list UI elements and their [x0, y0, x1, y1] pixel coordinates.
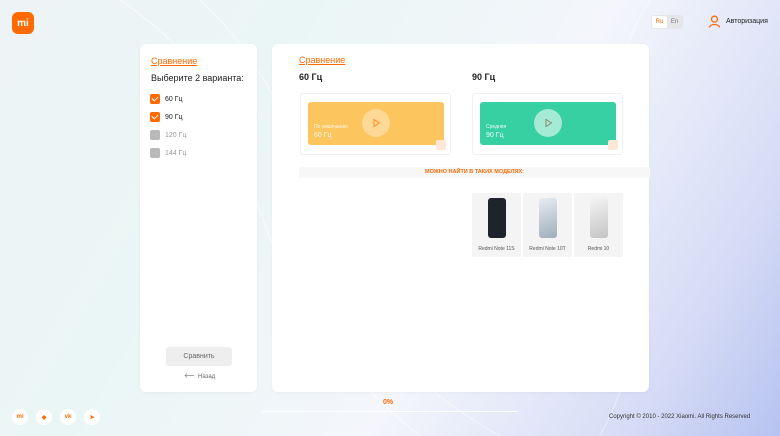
option-label: 120 Гц [165, 131, 187, 139]
video-card-60hz: По умолчанию 60 Гц [300, 93, 451, 155]
back-label: Назад [198, 373, 216, 380]
checkbox-disabled-icon[interactable] [150, 148, 160, 158]
fullscreen-icon[interactable] [436, 140, 446, 150]
vk-icon[interactable]: vk [60, 409, 76, 425]
video-player-60hz[interactable]: По умолчанию 60 Гц [308, 102, 444, 145]
progress-text: 0% [383, 399, 394, 406]
phone-image [539, 198, 557, 238]
choose-prompt: Выберите 2 варианта: [151, 73, 244, 83]
progress-bar [262, 411, 518, 412]
mi-icon[interactable]: mi [12, 409, 28, 425]
model-card[interactable]: Redmi 10 [574, 193, 623, 257]
video-caption: Средняя 90 Гц [486, 124, 507, 139]
play-button[interactable] [534, 109, 562, 137]
play-icon [373, 118, 381, 128]
lang-ru-button[interactable]: Ru [652, 16, 667, 28]
user-icon [708, 15, 721, 28]
option-144hz[interactable]: 144 Гц [150, 148, 186, 158]
xiaomi-logo[interactable]: mi [12, 12, 34, 34]
options-panel: Сравнение Выберите 2 варианта: 60 Гц 90 … [140, 44, 257, 392]
comparison-title-link[interactable]: Сравнение [299, 55, 345, 65]
fullscreen-icon[interactable] [608, 140, 618, 150]
video-caption: По умолчанию 60 Гц [314, 124, 348, 139]
model-name: Redmi 10 [587, 246, 610, 252]
copyright: Copyright © 2010 - 2022 Xiaomi. All Righ… [609, 414, 751, 420]
column-heading-90hz: 90 Гц [472, 72, 496, 82]
models-label: МОЖНО НАЙТИ В ТАКИХ МОДЕЛЯХ: [299, 167, 650, 178]
phone-image [488, 198, 506, 238]
video-card-90hz: Средняя 90 Гц [472, 93, 623, 155]
comparison-panel: Сравнение 60 Гц 90 Гц По умолчанию 60 Гц… [272, 44, 650, 392]
play-icon [545, 118, 553, 128]
fox-icon[interactable]: ◆ [36, 409, 52, 425]
option-label: 90 Гц [165, 113, 183, 121]
model-name: Redmi Note 11S [478, 246, 515, 252]
model-name: Redmi Note 10T [529, 246, 566, 252]
language-switch[interactable]: Ru En [651, 15, 683, 29]
auth-link[interactable]: Авторизация [708, 15, 768, 28]
compare-button[interactable]: Сравнить [166, 347, 232, 366]
option-label: 144 Гц [165, 149, 187, 157]
lang-en-button[interactable]: En [667, 16, 682, 28]
checkbox-checked-icon[interactable] [150, 94, 160, 104]
telegram-icon[interactable]: ➤ [84, 409, 100, 425]
option-label: 60 Гц [165, 95, 183, 103]
checkbox-checked-icon[interactable] [150, 112, 160, 122]
phone-image [590, 198, 608, 238]
video-player-90hz[interactable]: Средняя 90 Гц [480, 102, 616, 145]
option-90hz[interactable]: 90 Гц [150, 112, 183, 122]
compare-title-link[interactable]: Сравнение [151, 56, 197, 66]
checkbox-disabled-icon[interactable] [150, 130, 160, 140]
auth-label: Авторизация [726, 18, 768, 25]
option-60hz[interactable]: 60 Гц [150, 94, 183, 104]
model-card[interactable]: Redmi Note 11S [472, 193, 521, 257]
column-heading-60hz: 60 Гц [299, 72, 323, 82]
arrow-left-icon [184, 373, 194, 380]
model-card[interactable]: Redmi Note 10T [523, 193, 572, 257]
play-button[interactable] [362, 109, 390, 137]
back-link[interactable]: Назад [184, 373, 215, 380]
option-120hz[interactable]: 120 Гц [150, 130, 186, 140]
